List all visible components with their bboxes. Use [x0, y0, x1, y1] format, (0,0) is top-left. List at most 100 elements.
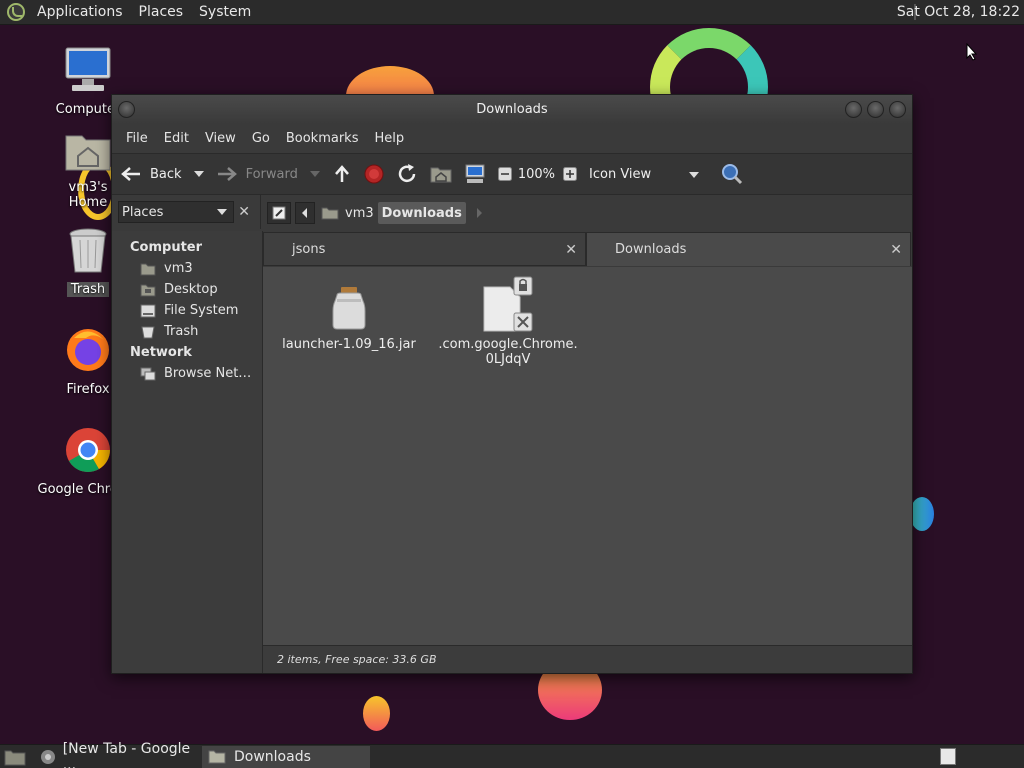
zoom-in-icon — [563, 167, 578, 181]
zoom-out-button[interactable] — [497, 167, 512, 181]
reload-button[interactable] — [396, 163, 418, 185]
file-name: launcher-1.09_16.jar — [282, 337, 416, 352]
chevron-down-icon — [217, 209, 227, 215]
back-button[interactable]: Back — [120, 165, 204, 183]
trash-icon — [141, 326, 155, 338]
menu-edit[interactable]: Edit — [156, 131, 197, 146]
forward-arrow-icon — [217, 167, 237, 181]
up-button[interactable] — [332, 164, 352, 184]
file-name: .com.google.Chrome. 0LJdqV — [438, 337, 578, 367]
sidebar-item-desktop[interactable]: Desktop — [112, 279, 262, 300]
back-history-dropdown[interactable] — [193, 171, 204, 177]
breadcrumb: vm3 Downloads — [261, 195, 484, 231]
tab-downloads[interactable]: Downloads ✕ — [586, 232, 911, 266]
menu-bookmarks[interactable]: Bookmarks — [278, 131, 367, 146]
home-folder-icon — [430, 167, 452, 183]
reload-icon — [398, 164, 416, 183]
mouse-cursor-icon — [966, 43, 978, 61]
show-desktop-icon[interactable] — [4, 748, 26, 766]
sidebar-item-label: Desktop — [164, 282, 218, 297]
home-folder-icon — [321, 207, 339, 220]
firefox-icon — [67, 329, 109, 371]
side-pane-selector[interactable]: Places — [118, 201, 234, 223]
drive-icon — [140, 304, 156, 317]
breadcrumb-left-button[interactable] — [295, 202, 315, 224]
sidebar-heading-computer: Computer — [130, 240, 203, 255]
close-button[interactable] — [889, 101, 906, 118]
window-body: Computer vm3 Desktop File System Trash N… — [112, 231, 912, 673]
top-menu: Applications Places System — [0, 3, 259, 21]
window-titlebar[interactable]: Downloads — [112, 95, 912, 124]
sidebar-item-filesystem[interactable]: File System — [112, 300, 262, 321]
chevron-down-icon — [689, 171, 700, 178]
zoom-level[interactable]: 100% — [518, 167, 555, 182]
wallpaper-shape — [363, 696, 390, 731]
sidebar-item-label: vm3 — [164, 261, 193, 276]
file-grid: launcher-1.09_16.jar .com.google.Chrome.… — [263, 267, 912, 643]
side-pane-header: Places ✕ — [112, 195, 261, 229]
taskbar-item-chrome[interactable]: [New Tab - Google ... — [34, 741, 202, 768]
menu-view[interactable]: View — [197, 131, 244, 146]
view-mode-select[interactable]: Icon View — [589, 166, 700, 182]
breadcrumb-label: Downloads — [381, 205, 462, 221]
tab-label: jsons — [292, 242, 326, 257]
forward-history-dropdown[interactable] — [309, 171, 320, 177]
menu-help[interactable]: Help — [366, 131, 412, 146]
file-item[interactable]: launcher-1.09_16.jar — [279, 285, 419, 352]
view-mode-value: Icon View — [589, 166, 652, 182]
zoom-out-icon — [497, 167, 512, 181]
search-button[interactable] — [721, 163, 743, 185]
computer-button[interactable] — [464, 164, 486, 184]
file-item[interactable]: .com.google.Chrome. 0LJdqV — [438, 275, 578, 367]
sidebar-heading-network: Network — [130, 345, 192, 360]
close-tab-icon[interactable]: ✕ — [565, 233, 577, 267]
sidebar-item-label: Browse Net… — [164, 366, 252, 381]
stop-button[interactable] — [364, 164, 384, 184]
sidebar-item-trash[interactable]: Trash — [112, 321, 262, 342]
chrome-icon — [41, 749, 55, 764]
forward-label: Forward — [245, 166, 298, 182]
minimize-button[interactable] — [845, 101, 862, 118]
menu-go[interactable]: Go — [244, 131, 278, 146]
tab-jsons[interactable]: jsons ✕ — [263, 232, 586, 266]
desktop-folder-icon — [140, 284, 156, 296]
taskbar-item-downloads[interactable]: Downloads — [202, 745, 370, 768]
wallpaper-shape — [910, 497, 934, 531]
trash-icon — [69, 228, 107, 273]
sidebar-item-browse-network[interactable]: Browse Net… — [112, 363, 262, 384]
locked-file-icon — [483, 276, 533, 332]
window-menu-button[interactable] — [118, 101, 135, 118]
system-menu[interactable]: System — [191, 4, 259, 20]
edit-location-button[interactable] — [267, 202, 291, 224]
status-bar: 2 items, Free space: 33.6 GB — [263, 645, 912, 673]
content-pane: jsons ✕ Downloads ✕ launcher-1.09_16.jar — [263, 231, 912, 673]
home-folder-icon — [140, 263, 156, 275]
workspace-switcher[interactable] — [940, 748, 956, 765]
toolbar: Back Forward 100% Icon View — [112, 153, 912, 195]
breadcrumb-item-downloads[interactable]: Downloads — [377, 202, 466, 224]
applications-menu[interactable]: Applications — [29, 4, 131, 20]
sidebar-item-vm3[interactable]: vm3 — [112, 258, 262, 279]
places-menu[interactable]: Places — [131, 4, 192, 20]
forward-button[interactable]: Forward — [216, 165, 320, 183]
sidebar-item-label: File System — [164, 303, 239, 318]
clock[interactable]: Sat Oct 28, 18:22 — [897, 4, 1020, 20]
zoom-in-button[interactable] — [563, 167, 578, 181]
computer-icon — [465, 164, 485, 183]
sidebar-item-label: Trash — [164, 324, 199, 339]
folder-icon — [208, 750, 226, 763]
home-button[interactable] — [430, 165, 452, 183]
chevron-right-icon[interactable] — [474, 207, 484, 219]
window-title: Downloads — [476, 102, 548, 117]
distro-logo-icon[interactable] — [7, 3, 25, 21]
pencil-icon — [272, 206, 286, 220]
jar-icon — [332, 287, 366, 330]
up-arrow-icon — [334, 165, 349, 182]
maximize-button[interactable] — [867, 101, 884, 118]
close-side-pane-icon[interactable]: ✕ — [238, 204, 250, 220]
close-tab-icon[interactable]: ✕ — [890, 233, 902, 267]
top-panel: Applications Places System Sat Oct 28, 1… — [0, 0, 1024, 25]
breadcrumb-item-vm3[interactable]: vm3 — [317, 202, 378, 224]
menu-file[interactable]: File — [118, 131, 156, 146]
search-icon — [722, 164, 743, 185]
